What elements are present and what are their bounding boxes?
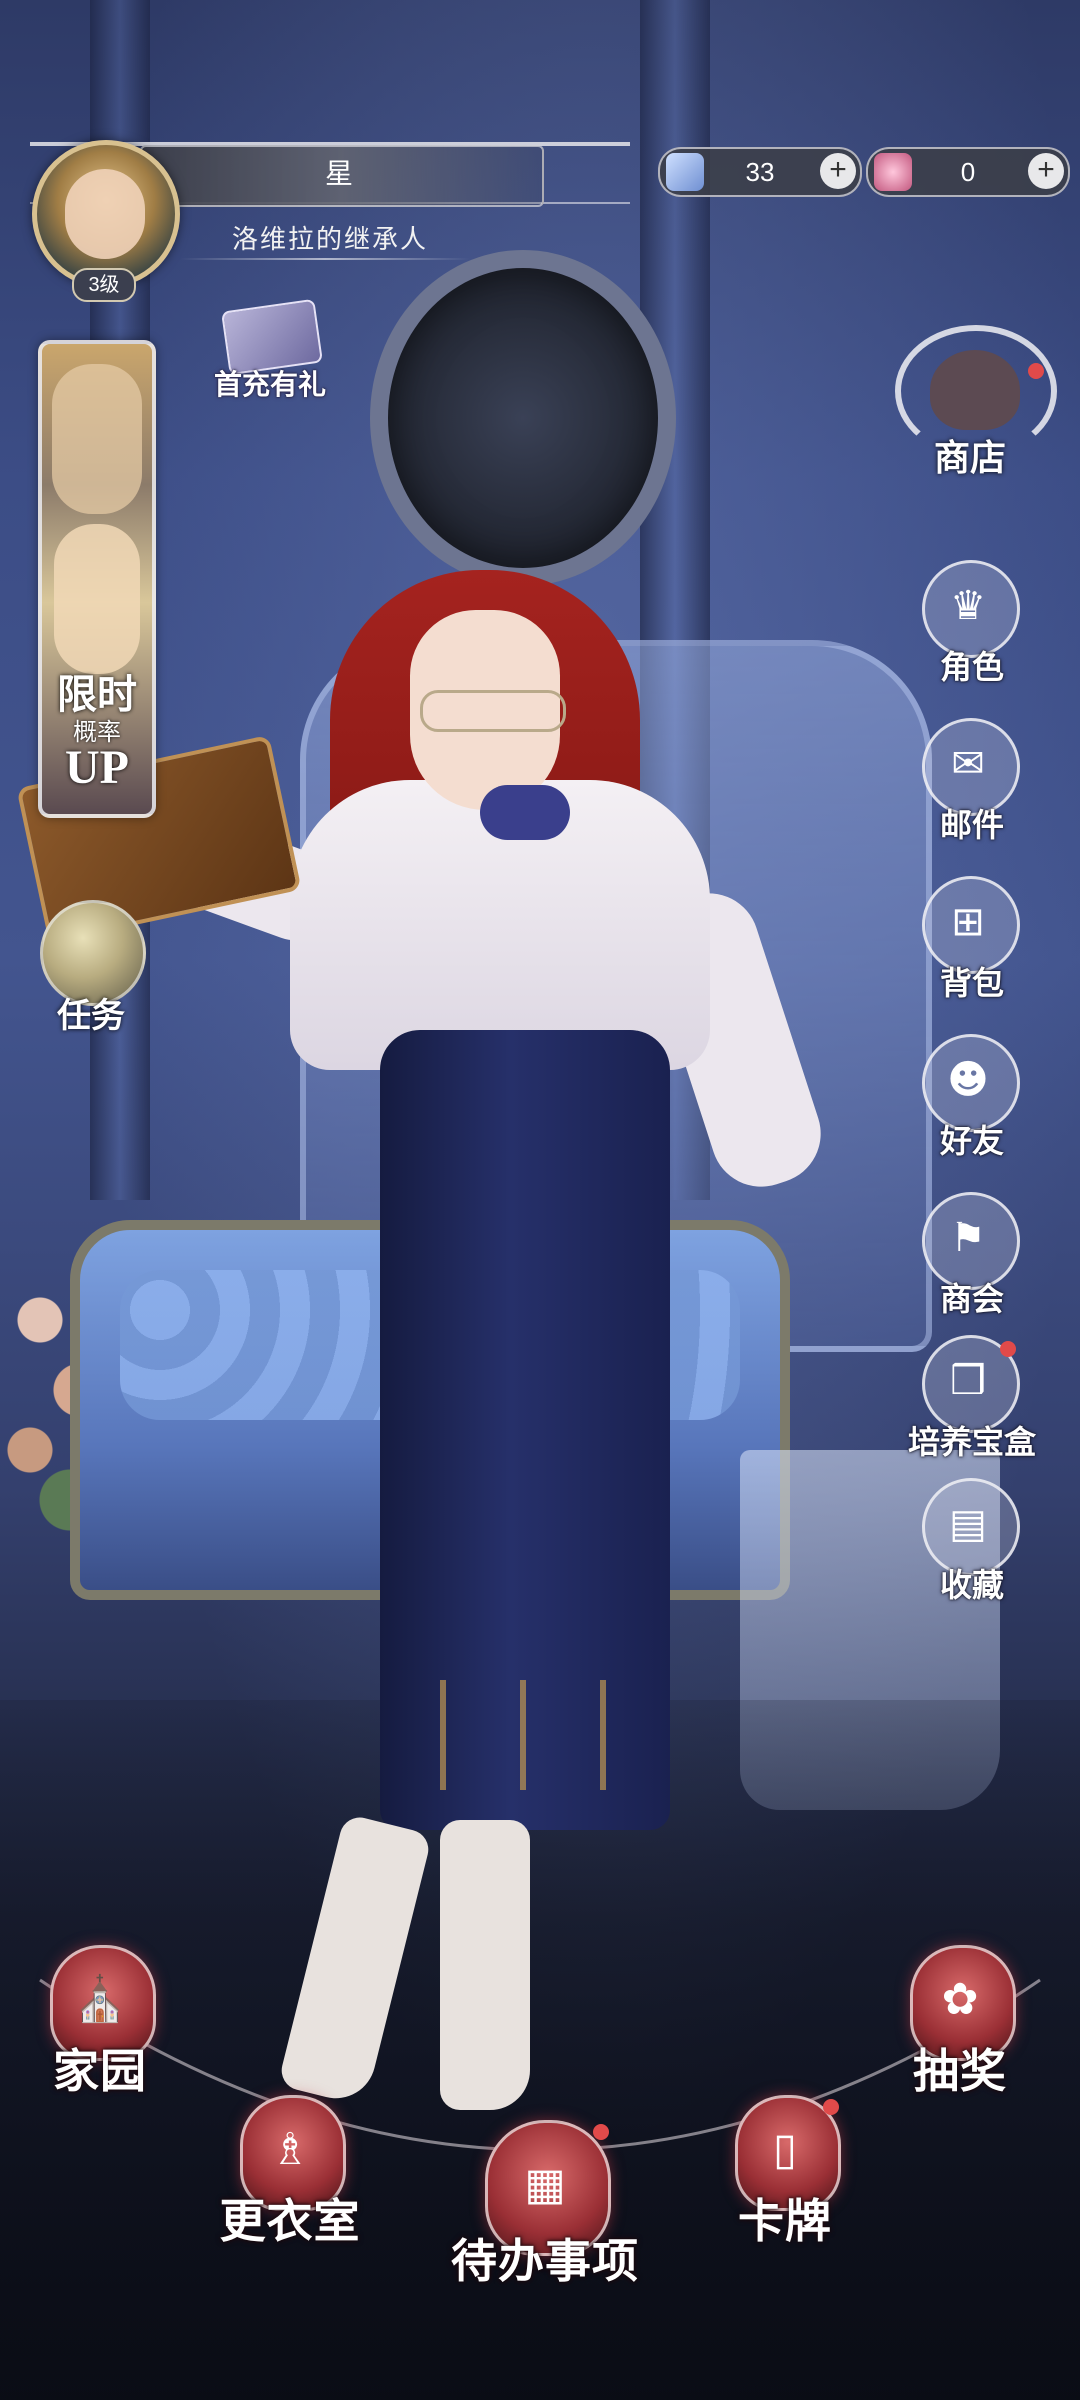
notification-dot [823,2099,839,2115]
guild-banner-icon: ⚑ [950,1215,986,1261]
nav-gacha[interactable]: ✿ 抽奖 [870,1935,1050,2115]
banner-character-portrait [54,524,140,674]
shop-label: 商店 [933,437,1006,479]
menu-item-mail[interactable]: ✉ 邮件 [912,718,1032,858]
limited-rate-up-banner[interactable]: 限时 概率 UP [38,340,156,818]
nav-home-label: 家园 [53,2044,147,2098]
menu-label: 收藏 [939,1566,1004,1604]
menu-label: 商会 [939,1280,1004,1318]
add-gems-button[interactable]: + [820,153,856,189]
character-glasses [420,690,566,732]
character-skirt [380,1030,670,1830]
menu-label: 好友 [939,1122,1004,1160]
menu-item-friends[interactable]: ☻ 好友 [912,1034,1032,1174]
currency-crystals: 0 + [866,147,1070,197]
nav-gacha-label: 抽奖 [913,2044,1007,2098]
menu-item-bag[interactable]: ⊞ 背包 [912,876,1032,1016]
shop-notification-dot [1028,363,1044,379]
raven-icon [930,350,1020,430]
currency-gems: 33 + [658,147,862,197]
pink-crystal-icon [874,153,912,191]
character-bow [480,785,570,840]
friends-icon: ☻ [947,1057,989,1103]
menu-label: 培养宝盒 [907,1423,1036,1461]
nav-wardrobe-label: 更衣室 [219,2194,361,2248]
game-home-screen: 星 洛维拉的继承人 3级 33 + 0 + 首充有礼 限时 概率 UP 任务 商… [0,0,1080,2400]
top-hat-icon: ♛ [950,583,986,629]
banner-character-portrait [52,364,142,514]
title-divider [180,258,470,260]
menu-item-growth-box[interactable]: ❒ 培养宝盒 [908,1335,1036,1475]
nav-cards-label: 卡牌 [738,2194,832,2248]
avatar-portrait [65,169,145,259]
nav-todo[interactable]: ▦ 待办事项 [451,2110,638,2290]
currency-gems-value: 33 [745,157,775,187]
menu-item-collection[interactable]: ▤ 收藏 [912,1478,1032,1618]
player-title: 洛维拉的继承人 [231,225,428,255]
envelope-icon: ✉ [951,741,985,787]
menu-label: 邮件 [939,806,1004,844]
background-mirror [370,250,676,586]
shop-button[interactable]: 商店 [890,325,1060,485]
add-crystals-button[interactable]: + [1028,153,1064,189]
currency-crystals-value: 0 [960,157,976,187]
blue-gem-icon [666,153,704,191]
player-avatar[interactable] [32,140,180,288]
nav-todo-label: 待办事项 [451,2234,639,2288]
nav-wardrobe[interactable]: ♗ 更衣室 [200,2085,380,2265]
menu-item-character[interactable]: ♛ 角色 [912,560,1032,700]
menu-item-guild[interactable]: ⚑ 商会 [912,1192,1032,1332]
task-label: 任务 [57,996,125,1036]
menu-label: 角色 [939,648,1004,686]
menu-label: 背包 [939,964,1004,1002]
notification-dot [593,2124,609,2140]
task-button[interactable]: 任务 [36,900,146,1040]
banner-up-text: UP [65,741,129,794]
nav-cards[interactable]: ▯ 卡牌 [695,2085,875,2265]
nav-home[interactable]: ⛪ 家园 [10,1935,190,2115]
notification-dot [1000,1341,1016,1357]
book-icon: ▤ [949,1501,987,1547]
level-badge: 3级 [72,268,136,302]
player-name: 星 [324,157,355,190]
bag-icon: ⊞ [951,899,985,945]
first-recharge-gift-button[interactable]: 首充有礼 [205,298,335,405]
first-recharge-label: 首充有礼 [213,368,326,401]
player-character[interactable] [130,570,850,2110]
